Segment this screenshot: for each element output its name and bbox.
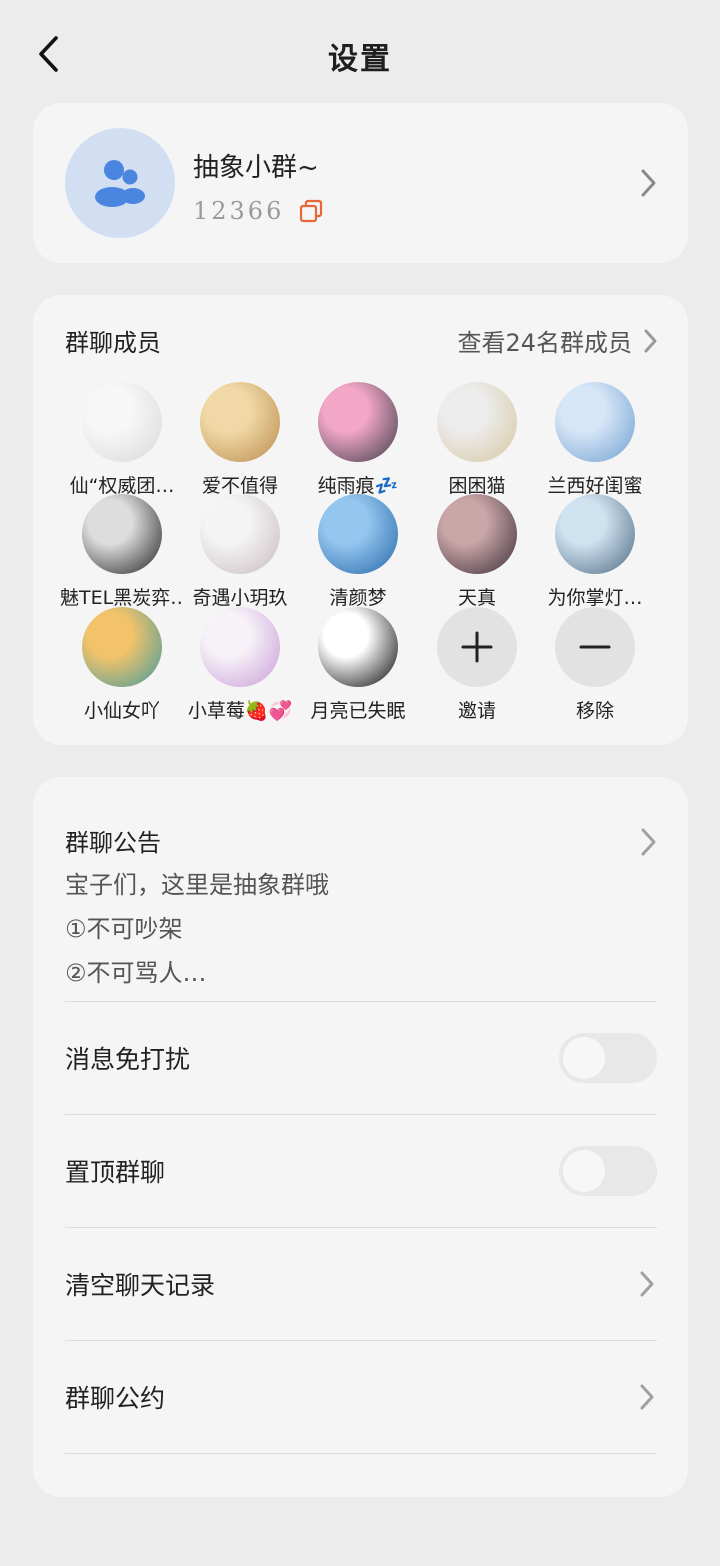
member-name: 奇遇小玥玖 xyxy=(192,587,288,609)
copy-icon[interactable] xyxy=(298,198,324,224)
group-avatar xyxy=(65,128,175,238)
member-avatar xyxy=(318,607,398,687)
member-name: 天真 xyxy=(457,587,496,609)
member-avatar xyxy=(200,382,280,462)
notice-line: ①不可吵架 xyxy=(65,915,183,943)
member-name: 魅TEL黑炭弈… xyxy=(60,587,184,609)
member-avatar xyxy=(200,607,280,687)
remove-label: 移除 xyxy=(575,700,614,722)
mute-label: 消息免打扰 xyxy=(65,1045,191,1074)
mute-notifications-row: 消息免打扰 xyxy=(65,1001,657,1114)
view-all-members-label: 查看24名群成员 xyxy=(457,329,632,357)
member-name: 小仙女吖 xyxy=(83,700,160,722)
group-id: 12366 xyxy=(193,197,285,225)
toggle-knob xyxy=(563,1037,605,1079)
top-bar: 设置 xyxy=(0,0,720,110)
member-avatar xyxy=(82,382,162,462)
group-notice[interactable]: 群聊公告 宝子们，这里是抽象群哦 ①不可吵架 ②不可骂人… xyxy=(65,823,655,988)
notice-line: 宝子们，这里是抽象群哦 xyxy=(65,871,329,899)
plus-icon[interactable] xyxy=(437,607,517,687)
group-info-card[interactable]: 抽象小群~ 12366 xyxy=(33,103,688,263)
member-item[interactable]: 爱不值得 xyxy=(181,382,299,498)
member-item[interactable]: 小草莓🍓💞 xyxy=(181,607,299,723)
chevron-right-icon xyxy=(641,169,656,197)
member-avatar xyxy=(318,382,398,462)
member-item[interactable]: 天真 xyxy=(418,494,536,610)
clear-history-row[interactable]: 清空聊天记录 xyxy=(65,1227,657,1340)
invite-member-button[interactable]: 邀请 xyxy=(418,607,536,723)
mute-toggle[interactable] xyxy=(559,1033,657,1083)
pin-chat-row: 置顶群聊 xyxy=(65,1114,657,1227)
settings-card: 群聊公告 宝子们，这里是抽象群哦 ①不可吵架 ②不可骂人… 消息免打扰 置顶群聊… xyxy=(33,777,688,1497)
minus-icon[interactable] xyxy=(555,607,635,687)
member-avatar xyxy=(82,494,162,574)
chevron-right-icon xyxy=(641,828,656,856)
member-name: 为你掌灯… xyxy=(547,587,643,609)
members-card: 群聊成员 查看24名群成员 仙“权威团… 爱不值得 纯雨痕💤 困困猫 兰西好闺蜜魅TEL… xyxy=(33,295,688,745)
member-avatar xyxy=(318,494,398,574)
clear-history-label: 清空聊天记录 xyxy=(65,1271,216,1300)
page-title: 设置 xyxy=(328,42,392,77)
member-item[interactable]: 魅TEL黑炭弈… xyxy=(60,494,184,610)
member-name: 清颜梦 xyxy=(329,587,387,609)
member-item[interactable]: 为你掌灯… xyxy=(536,494,654,610)
member-item[interactable]: 仙“权威团… xyxy=(63,382,181,498)
remove-member-button[interactable]: 移除 xyxy=(536,607,654,723)
settings-divider xyxy=(65,1453,657,1566)
member-item[interactable]: 月亮已失眠 xyxy=(299,607,417,723)
group-rules-row[interactable]: 群聊公约 xyxy=(65,1340,657,1453)
member-item[interactable]: 纯雨痕💤 xyxy=(299,382,417,498)
member-avatar xyxy=(555,382,635,462)
member-avatar xyxy=(82,607,162,687)
pin-toggle[interactable] xyxy=(559,1146,657,1196)
members-title: 群聊成员 xyxy=(65,329,161,357)
chevron-right-icon xyxy=(640,1271,654,1297)
chevron-right-icon xyxy=(644,329,657,352)
member-item[interactable]: 困困猫 xyxy=(418,382,536,498)
member-avatar xyxy=(437,494,517,574)
member-item[interactable]: 小仙女吖 xyxy=(63,607,181,723)
invite-label: 邀请 xyxy=(457,700,496,722)
member-item[interactable]: 奇遇小玥玖 xyxy=(181,494,299,610)
group-id-row: 12366 xyxy=(193,197,324,225)
notice-line: ②不可骂人… xyxy=(65,959,207,987)
member-name: 月亮已失眠 xyxy=(310,700,406,722)
toggle-knob xyxy=(563,1150,605,1192)
notice-title: 群聊公告 xyxy=(65,829,161,857)
view-all-members-button[interactable]: 查看24名群成员 xyxy=(457,323,660,358)
group-users-icon xyxy=(95,160,145,207)
member-item[interactable]: 兰西好闺蜜 xyxy=(536,382,654,498)
chevron-right-icon xyxy=(640,1384,654,1410)
group-name: 抽象小群~ xyxy=(193,153,319,183)
member-name: 小草莓🍓💞 xyxy=(187,700,293,722)
member-avatar xyxy=(200,494,280,574)
member-item[interactable]: 清颜梦 xyxy=(299,494,417,610)
member-avatar xyxy=(555,494,635,574)
group-rules-label: 群聊公约 xyxy=(65,1384,166,1413)
pin-label: 置顶群聊 xyxy=(65,1158,166,1187)
member-avatar xyxy=(437,382,517,462)
